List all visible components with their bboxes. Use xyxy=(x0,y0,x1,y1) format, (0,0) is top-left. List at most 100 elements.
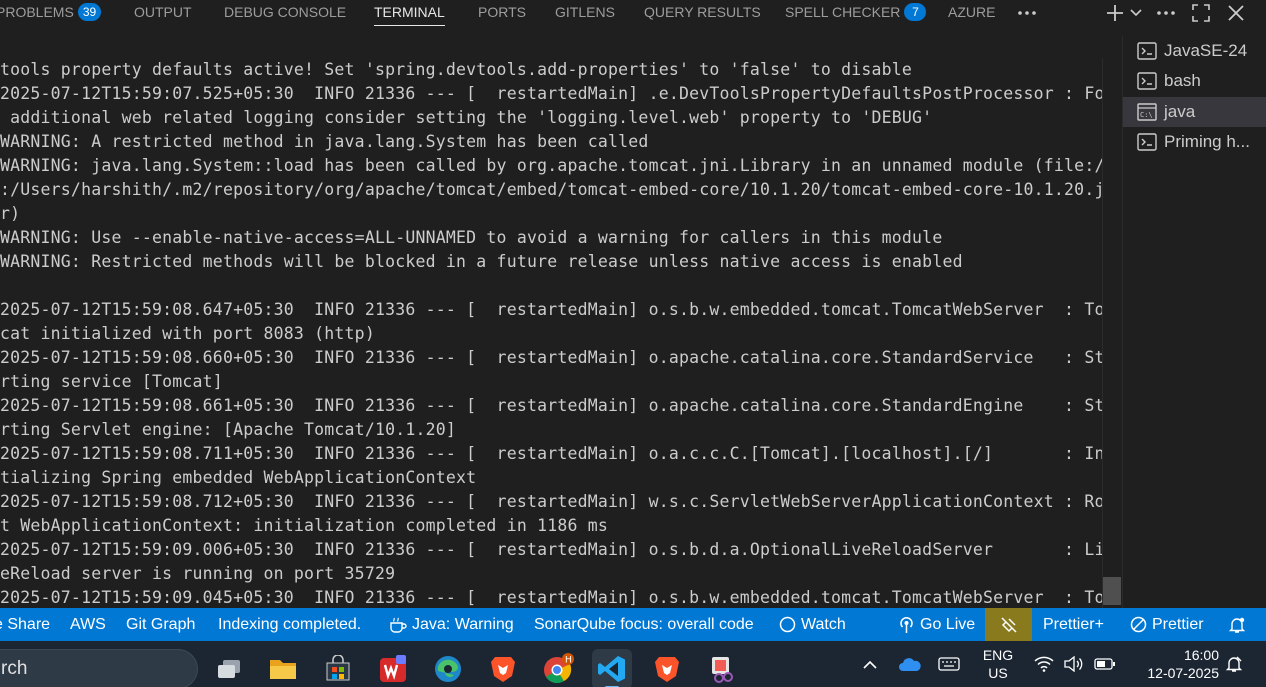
terminal-line: 2025-07-12T15:59:08.661+05:30 INFO 21336… xyxy=(0,396,1103,415)
terminal-line: cat initialized with port 8083 (http) xyxy=(0,324,375,343)
circle-icon xyxy=(779,616,796,633)
bell-icon xyxy=(1228,617,1246,633)
terminal-icon xyxy=(1137,42,1157,60)
chevron-up-icon[interactable] xyxy=(858,641,882,687)
notifications-status[interactable] xyxy=(1228,608,1246,641)
aws-label: AWS xyxy=(70,616,106,633)
go-live-label: Go Live xyxy=(920,616,976,633)
terminal-line: 2025-07-12T15:59:07.525+05:30 INFO 21336… xyxy=(0,84,1103,103)
sonarqube-status[interactable]: SonarQube focus: overall code xyxy=(534,608,754,641)
terminal-line: rting service [Tomcat] xyxy=(0,372,223,391)
svg-text:H: H xyxy=(565,656,572,666)
problems-count-badge: 39 xyxy=(77,3,102,21)
brave-icon-2[interactable] xyxy=(647,649,687,687)
terminal-list-item-bash[interactable]: bash xyxy=(1123,66,1266,96)
terminal-list-item-java[interactable]: C:\ java xyxy=(1123,97,1266,127)
clock-time: 16:00 xyxy=(1183,647,1219,663)
terminal-list-item-priming[interactable]: Priming h... xyxy=(1123,127,1266,157)
aws-status[interactable]: AWS xyxy=(70,608,106,641)
git-graph-status[interactable]: Git Graph xyxy=(126,608,195,641)
wifi-icon[interactable] xyxy=(1032,641,1056,687)
terminal-icon xyxy=(1137,133,1157,151)
live-share-label: e Share xyxy=(0,616,51,633)
terminal-line: 2025-07-12T15:59:08.647+05:30 INFO 21336… xyxy=(0,300,1103,319)
terminal-line: 2025-07-12T15:59:09.045+05:30 INFO 21336… xyxy=(0,588,1103,607)
cmd-icon: C:\ xyxy=(1137,103,1157,121)
terminal-list-label: bash xyxy=(1164,71,1201,90)
terminal-line: 2025-07-12T15:59:08.712+05:30 INFO 21336… xyxy=(0,492,1103,511)
task-view-icon[interactable] xyxy=(209,649,249,687)
terminal-list-label: Priming h... xyxy=(1164,132,1250,151)
notification-center-icon[interactable] xyxy=(1222,641,1246,687)
go-live-status[interactable]: Go Live xyxy=(898,608,975,641)
java-status[interactable]: Java: Warning xyxy=(389,608,514,641)
tab-spell-checker[interactable]: SPELL CHECKER 7 xyxy=(785,0,927,26)
brave-icon[interactable] xyxy=(483,649,523,687)
snipping-tool-icon[interactable] xyxy=(702,649,742,687)
spell-checker-count-badge: 7 xyxy=(904,3,927,21)
java-label: Java: Warning xyxy=(412,616,514,633)
terminal-line: 2025-07-12T15:59:09.006+05:30 INFO 21336… xyxy=(0,540,1103,559)
tab-problems[interactable]: PROBLEMS 39 xyxy=(0,0,102,26)
tab-query-results[interactable]: QUERY RESULTS xyxy=(644,0,761,26)
language-code: ENG xyxy=(982,647,1014,663)
terminal-line: 2025-07-12T15:59:08.711+05:30 INFO 21336… xyxy=(0,444,1103,463)
close-icon[interactable] xyxy=(1223,0,1249,26)
status-bar: e Share AWS Git Graph Indexing completed… xyxy=(0,608,1266,641)
terminal-line: WARNING: Use --enable-native-access=ALL-… xyxy=(0,228,943,247)
terminal-list-item-javase[interactable]: JavaSE-24 xyxy=(1123,36,1266,66)
terminal-line: eReload server is running on port 35729 xyxy=(0,564,396,583)
tab-terminal[interactable]: TERMINAL xyxy=(374,0,445,26)
tab-azure[interactable]: AZURE xyxy=(948,0,995,26)
battery-icon[interactable] xyxy=(1092,641,1118,687)
tab-gitlens[interactable]: GITLENS xyxy=(555,0,615,26)
watch-status[interactable]: Watch xyxy=(779,608,846,641)
terminal-line: tializing Spring embedded WebApplication… xyxy=(0,468,477,487)
language-indicator[interactable]: ENG US xyxy=(976,641,1020,687)
live-share-status[interactable]: e Share xyxy=(0,608,50,641)
terminal-output[interactable]: tools property defaults active! Set 'spr… xyxy=(0,58,1103,608)
terminal-list: JavaSE-24 bash C:\ java Priming h... xyxy=(1122,36,1266,608)
more-icon[interactable] xyxy=(1014,0,1040,26)
tab-problems-label: PROBLEMS xyxy=(0,4,74,20)
prettier-plus-label: Prettier+ xyxy=(1043,616,1104,633)
chrome-icon[interactable]: H xyxy=(538,649,578,687)
wps-office-icon[interactable] xyxy=(373,649,413,687)
watch-label: Watch xyxy=(801,616,846,633)
edge-icon[interactable] xyxy=(428,649,468,687)
vscode-icon[interactable] xyxy=(592,649,632,687)
terminal-scrollbar-thumb[interactable] xyxy=(1103,577,1121,605)
broadcast-icon xyxy=(900,616,913,633)
ellipsis-icon[interactable] xyxy=(1153,0,1179,26)
terminal-list-label: java xyxy=(1164,102,1196,121)
chevron-down-icon[interactable] xyxy=(1123,0,1149,26)
terminal-line: t WebApplicationContext: initialization … xyxy=(0,516,609,535)
tab-output[interactable]: OUTPUT xyxy=(134,0,192,26)
prettier-status[interactable]: Prettier xyxy=(1130,608,1204,641)
coffee-icon xyxy=(390,617,407,633)
prohibited-icon xyxy=(1130,616,1147,633)
maximize-icon[interactable] xyxy=(1188,0,1214,26)
svg-text:C:\: C:\ xyxy=(1140,111,1153,119)
onedrive-icon[interactable] xyxy=(896,641,924,687)
prettier-plus-status[interactable]: Prettier+ xyxy=(1043,608,1104,641)
terminal-line: additional web related logging consider … xyxy=(0,108,933,127)
indexing-status[interactable]: Indexing completed. xyxy=(218,608,361,641)
tab-debug-console[interactable]: DEBUG CONSOLE xyxy=(224,0,346,26)
taskbar-search-box[interactable]: rch xyxy=(0,649,198,687)
file-explorer-icon[interactable] xyxy=(263,649,303,687)
tab-ports[interactable]: PORTS xyxy=(478,0,526,26)
pin-off-icon xyxy=(1000,616,1017,633)
terminal-line: rting Servlet engine: [Apache Tomcat/10.… xyxy=(0,420,457,439)
microsoft-store-icon[interactable] xyxy=(318,649,358,687)
region-code: US xyxy=(988,665,1008,681)
keyboard-icon[interactable] xyxy=(934,641,964,687)
terminal-line: WARNING: java.lang.System::load has been… xyxy=(0,156,1103,175)
git-graph-label: Git Graph xyxy=(126,616,196,633)
pin-status[interactable] xyxy=(985,608,1032,641)
clock[interactable]: 16:00 12-07-2025 xyxy=(1128,641,1220,687)
terminal-scrollbar[interactable] xyxy=(1102,58,1121,608)
tab-spell-checker-label: SPELL CHECKER xyxy=(785,4,901,20)
terminal-line: :/Users/harshith/.m2/repository/org/apac… xyxy=(0,180,1103,199)
volume-icon[interactable] xyxy=(1061,641,1085,687)
